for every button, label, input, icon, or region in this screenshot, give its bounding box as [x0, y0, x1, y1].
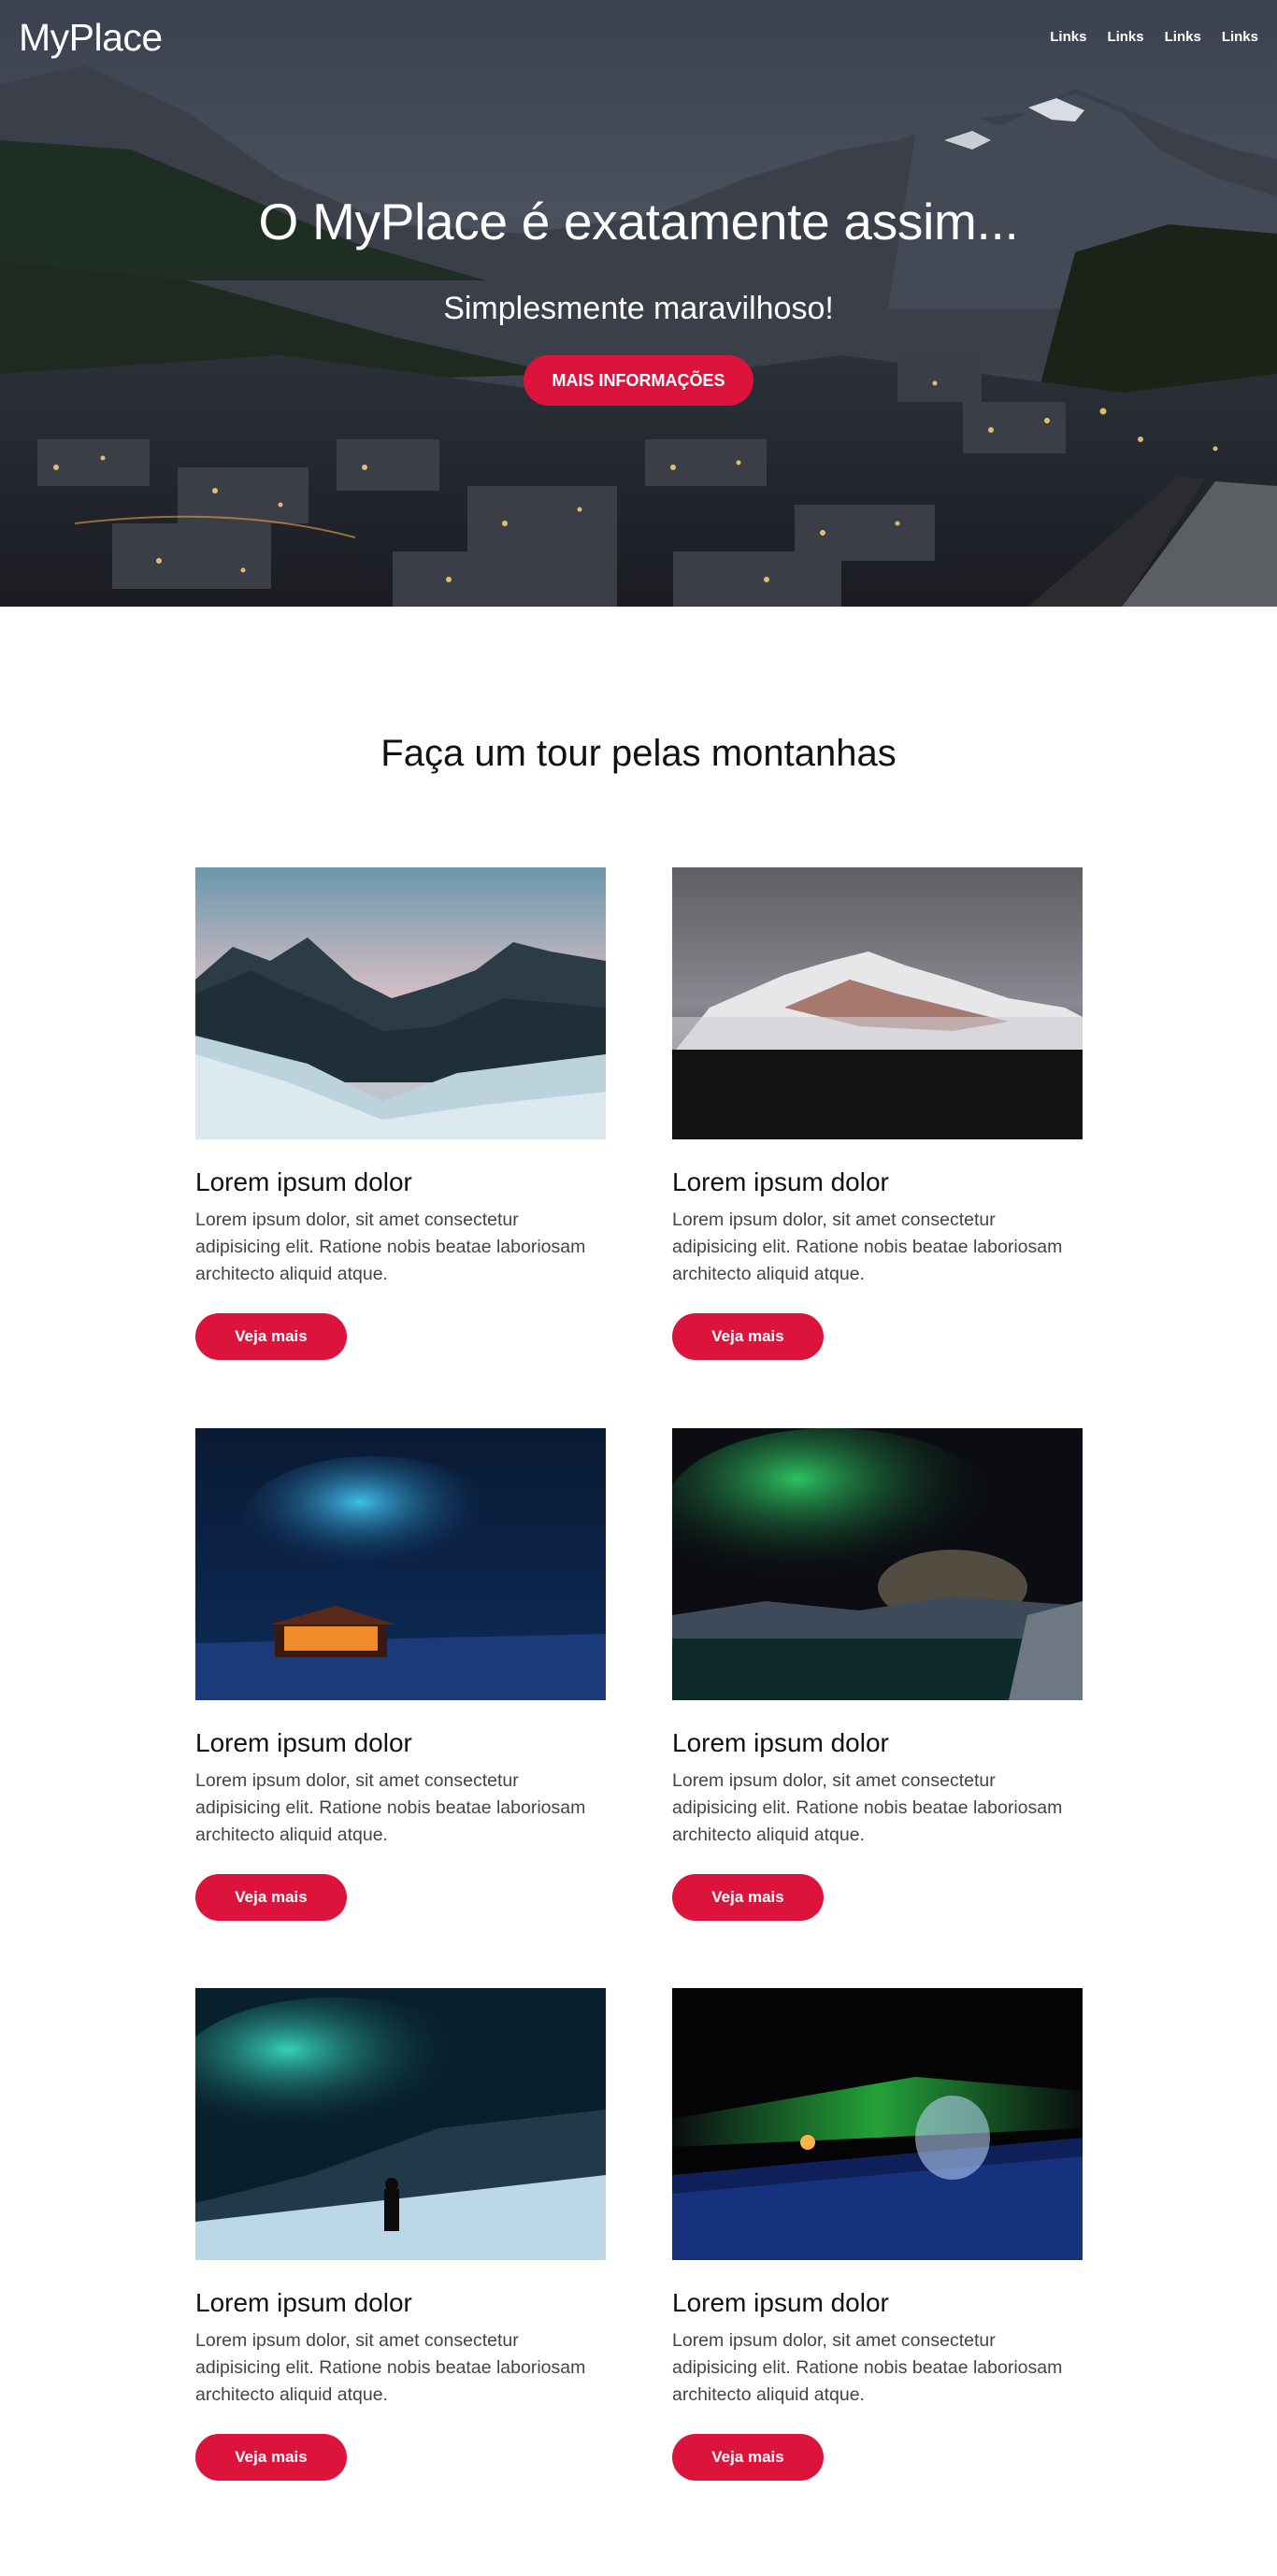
cards-grid: Lorem ipsum dolor Lorem ipsum dolor, sit…: [0, 867, 1277, 2494]
card-description: Lorem ipsum dolor, sit amet consectetur …: [195, 1770, 586, 1845]
card-2: Lorem ipsum dolor Lorem ipsum dolor, sit…: [672, 867, 1083, 1360]
card-image-aurora-igloo: [672, 1988, 1083, 2260]
hero-subtitle: Simplesmente maravilhoso!: [443, 291, 834, 326]
card-image-aurora-lake: [672, 1428, 1083, 1700]
card-description: Lorem ipsum dolor, sit amet consectetur …: [672, 1770, 1063, 1845]
card-image-aurora-cabin: [195, 1428, 606, 1700]
card-4: Lorem ipsum dolor Lorem ipsum dolor, sit…: [672, 1428, 1083, 1921]
card-title: Lorem ipsum dolor: [672, 1167, 889, 1196]
card-description: Lorem ipsum dolor, sit amet consectetur …: [195, 2330, 586, 2405]
card-title: Lorem ipsum dolor: [195, 1728, 412, 1757]
see-more-button[interactable]: Veja mais: [195, 1874, 347, 1921]
nav-link-4[interactable]: Links: [1222, 29, 1258, 45]
nav-link-3[interactable]: Links: [1165, 29, 1201, 45]
card-1: Lorem ipsum dolor Lorem ipsum dolor, sit…: [195, 867, 606, 1360]
card-description: Lorem ipsum dolor, sit amet consectetur …: [672, 1209, 1063, 1284]
nav-link-1[interactable]: Links: [1050, 29, 1086, 45]
tour-section: Faça um tour pelas montanhas Lorem ipsum…: [0, 607, 1277, 2494]
card-5: Lorem ipsum dolor Lorem ipsum dolor, sit…: [195, 1988, 606, 2481]
card-title: Lorem ipsum dolor: [672, 2288, 889, 2317]
nav-link-2[interactable]: Links: [1107, 29, 1143, 45]
hero-title: O MyPlace é exatamente assim...: [258, 193, 1019, 250]
card-title: Lorem ipsum dolor: [195, 2288, 412, 2317]
card-image-snow-peak: [672, 867, 1083, 1139]
card-image-aurora-snow-person: [195, 1988, 606, 2260]
see-more-button[interactable]: Veja mais: [195, 1313, 347, 1360]
more-info-button[interactable]: MAIS INFORMAÇÕES: [524, 355, 753, 406]
see-more-button[interactable]: Veja mais: [672, 1313, 824, 1360]
card-description: Lorem ipsum dolor, sit amet consectetur …: [195, 1209, 586, 1284]
section-title: Faça um tour pelas montanhas: [380, 733, 897, 774]
hero-section: MyPlace Links Links Links Links O MyPlac…: [0, 0, 1277, 607]
card-description: Lorem ipsum dolor, sit amet consectetur …: [672, 2330, 1063, 2405]
card-title: Lorem ipsum dolor: [672, 1728, 889, 1757]
card-image-snowy-mountains: [195, 867, 606, 1139]
card-title: Lorem ipsum dolor: [195, 1167, 412, 1196]
hero-content: O MyPlace é exatamente assim... Simplesm…: [0, 192, 1277, 406]
top-navbar: MyPlace Links Links Links Links: [0, 0, 1277, 75]
card-6: Lorem ipsum dolor Lorem ipsum dolor, sit…: [672, 1988, 1083, 2481]
card-3: Lorem ipsum dolor Lorem ipsum dolor, sit…: [195, 1428, 606, 1921]
see-more-button[interactable]: Veja mais: [672, 2434, 824, 2481]
site-logo[interactable]: MyPlace: [19, 16, 163, 60]
see-more-button[interactable]: Veja mais: [195, 2434, 347, 2481]
see-more-button[interactable]: Veja mais: [672, 1874, 824, 1921]
nav-links: Links Links Links Links: [1050, 29, 1258, 45]
